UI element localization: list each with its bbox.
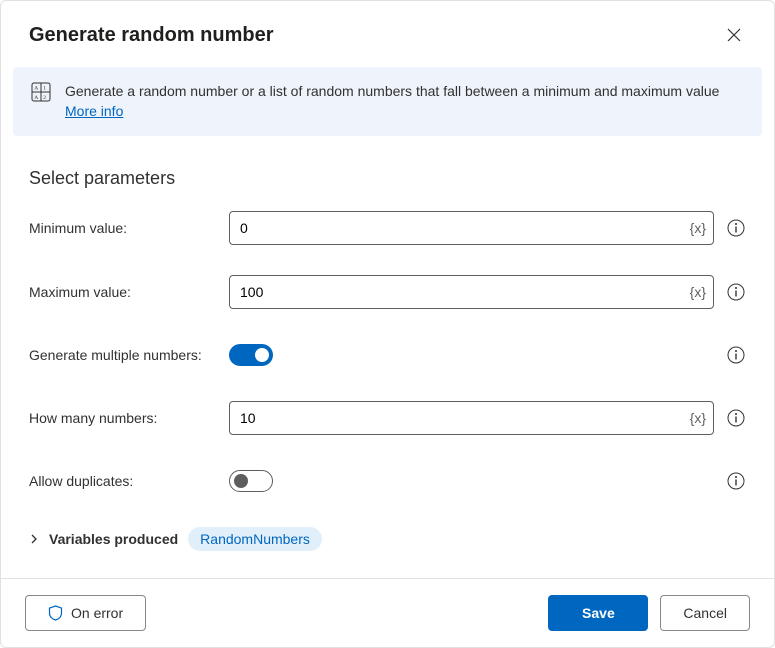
row-generate-multiple: Generate multiple numbers: bbox=[29, 339, 746, 371]
label-minimum: Minimum value: bbox=[29, 220, 229, 236]
variable-picker-icon[interactable]: {x} bbox=[690, 284, 706, 300]
dialog-title: Generate random number bbox=[29, 24, 274, 47]
label-generate-multiple: Generate multiple numbers: bbox=[29, 347, 229, 363]
info-icon[interactable] bbox=[726, 282, 746, 302]
info-icon[interactable] bbox=[726, 345, 746, 365]
dialog-header: Generate random number bbox=[1, 1, 774, 67]
variable-picker-icon[interactable]: {x} bbox=[690, 220, 706, 236]
save-button[interactable]: Save bbox=[548, 595, 648, 631]
generate-multiple-toggle[interactable] bbox=[229, 344, 273, 366]
cancel-button[interactable]: Cancel bbox=[660, 595, 750, 631]
variable-chip[interactable]: RandomNumbers bbox=[188, 527, 322, 551]
chevron-right-icon[interactable] bbox=[29, 534, 39, 544]
dialog-content: Select parameters Minimum value: {x} Max… bbox=[1, 136, 774, 578]
on-error-label: On error bbox=[71, 605, 123, 621]
row-allow-duplicates: Allow duplicates: bbox=[29, 465, 746, 497]
svg-text:A: A bbox=[34, 95, 38, 101]
variable-picker-icon[interactable]: {x} bbox=[690, 410, 706, 426]
row-maximum-value: Maximum value: {x} bbox=[29, 275, 746, 309]
svg-text:2: 2 bbox=[43, 95, 46, 101]
info-icon[interactable] bbox=[726, 218, 746, 238]
shield-icon bbox=[48, 605, 63, 621]
minimum-value-input[interactable] bbox=[229, 211, 714, 245]
more-info-link[interactable]: More info bbox=[65, 103, 123, 119]
close-icon bbox=[727, 28, 741, 42]
variables-produced-row: Variables produced RandomNumbers bbox=[29, 527, 746, 551]
dialog-footer: On error Save Cancel bbox=[1, 578, 774, 647]
svg-text:A: A bbox=[34, 86, 38, 92]
info-icon[interactable] bbox=[726, 471, 746, 491]
how-many-input[interactable] bbox=[229, 401, 714, 435]
maximum-value-input[interactable] bbox=[229, 275, 714, 309]
info-icon[interactable] bbox=[726, 408, 746, 428]
label-maximum: Maximum value: bbox=[29, 284, 229, 300]
close-button[interactable] bbox=[718, 19, 750, 51]
info-description: Generate a random number or a list of ra… bbox=[65, 81, 744, 122]
row-how-many: How many numbers: {x} bbox=[29, 401, 746, 435]
label-allow-duplicates: Allow duplicates: bbox=[29, 473, 229, 489]
info-banner: A 1 A 2 Generate a random number or a li… bbox=[13, 67, 762, 136]
section-title: Select parameters bbox=[29, 168, 746, 189]
variables-produced-label[interactable]: Variables produced bbox=[49, 531, 178, 547]
row-minimum-value: Minimum value: {x} bbox=[29, 211, 746, 245]
action-type-icon: A 1 A 2 bbox=[31, 82, 51, 102]
svg-text:1: 1 bbox=[43, 86, 46, 92]
on-error-button[interactable]: On error bbox=[25, 595, 146, 631]
allow-duplicates-toggle[interactable] bbox=[229, 470, 273, 492]
label-how-many: How many numbers: bbox=[29, 410, 229, 426]
